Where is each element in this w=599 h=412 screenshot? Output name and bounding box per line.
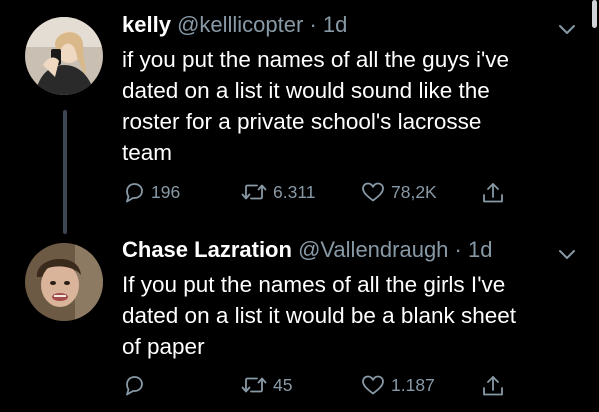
retweet-count: 45 (273, 374, 293, 395)
display-name[interactable]: kelly (122, 12, 171, 37)
reply-icon (126, 183, 143, 203)
timestamp[interactable]: · 1d (309, 12, 347, 37)
avatar[interactable] (25, 243, 103, 321)
tweet-header: kelly @kelllicopter · 1d (122, 12, 347, 38)
user-handle[interactable]: @kelllicopter (177, 12, 303, 37)
retweet-button[interactable]: 45 (240, 373, 292, 397)
user-avatar-photo-icon (25, 17, 103, 95)
tweet-header: Chase Lazration @Vallendraugh · 1d (122, 237, 492, 263)
retweet-icon (241, 184, 267, 200)
chevron-down-icon[interactable] (558, 24, 576, 36)
avatar[interactable] (25, 17, 103, 95)
share-button[interactable] (480, 373, 506, 399)
heart-icon (362, 182, 384, 202)
timestamp[interactable]: · 1d (455, 237, 493, 262)
like-button[interactable]: 78,2K (360, 180, 437, 204)
retweet-icon (241, 377, 267, 393)
user-handle[interactable]: @Vallendraugh (298, 237, 448, 262)
chevron-down-icon[interactable] (558, 249, 576, 261)
share-button[interactable] (480, 180, 506, 206)
tweet-text: If you put the names of all the girls I'… (122, 272, 517, 359)
like-count: 78,2K (391, 181, 437, 202)
share-icon (483, 376, 503, 396)
reply-icon (126, 376, 143, 396)
like-count: 1.187 (391, 374, 435, 395)
retweet-button[interactable]: 6.311 (240, 180, 316, 204)
tweet-text: if you put the names of all the guys i'v… (122, 47, 510, 165)
retweet-count: 6.311 (273, 181, 316, 202)
user-avatar-photo-icon (25, 243, 103, 321)
heart-icon (362, 375, 384, 395)
reply-count: 196 (151, 181, 181, 202)
reply-button[interactable] (122, 373, 151, 397)
reply-button[interactable]: 196 (122, 180, 180, 204)
like-button[interactable]: 1.187 (360, 373, 435, 397)
display-name[interactable]: Chase Lazration (122, 237, 292, 262)
scrollbar[interactable] (592, 0, 597, 28)
thread-connector-line (63, 110, 67, 234)
share-icon (483, 183, 503, 203)
